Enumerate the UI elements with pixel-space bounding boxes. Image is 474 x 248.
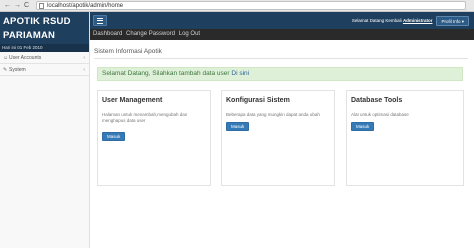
brand-title[interactable]: APOTIK RSUD PARIAMAN bbox=[0, 12, 89, 44]
card-konfigurasi-sistem: Konfigurasi Sistem Beberapa data yang mu… bbox=[221, 90, 335, 186]
sidebar-toggle-button[interactable] bbox=[93, 15, 107, 26]
card-title: Database Tools bbox=[351, 97, 403, 104]
masuk-button[interactable]: Masuk bbox=[351, 122, 375, 131]
url-text: localhost/apotik/admin/home bbox=[47, 3, 124, 9]
sidebar-item-label: User Accounts bbox=[9, 54, 42, 61]
welcome-alert: Selamat Datang, Silahkan tambah data use… bbox=[97, 67, 463, 81]
profil-info-label: Profil Info bbox=[441, 18, 461, 24]
caret-down-icon: ▾ bbox=[461, 18, 464, 24]
sidebar-item-user-accounts[interactable]: ☺ User Accounts ‹ bbox=[0, 52, 89, 64]
card-description: Halaman untuk menambah,mengubah dan meng… bbox=[102, 112, 188, 123]
profil-info-button[interactable]: Profil Info ▾ bbox=[436, 15, 469, 26]
address-bar[interactable]: localhost/apotik/admin/home bbox=[36, 1, 467, 10]
card-title: User Management bbox=[102, 97, 163, 104]
welcome-text: Selamat Datang Kembali Administrator bbox=[352, 18, 433, 23]
masuk-button[interactable]: Masuk bbox=[102, 132, 126, 141]
top-navbar: Selamat Datang Kembali Administrator Pro… bbox=[90, 12, 474, 29]
logout-link[interactable]: Log Out bbox=[179, 31, 200, 37]
chevron-left-icon: ‹ bbox=[83, 66, 85, 73]
masuk-button[interactable]: Masuk bbox=[226, 122, 250, 131]
date-label: Hari ini 01 Feb 2010 bbox=[0, 44, 89, 52]
page-title: Sistem Informasi Apotik bbox=[94, 48, 468, 59]
card-description: Alat untuk optimasi database bbox=[351, 112, 409, 117]
sub-menu-bar: Dashboard Change Password Log Out bbox=[90, 29, 474, 40]
forward-button[interactable]: → bbox=[14, 2, 21, 10]
sidebar-item-system[interactable]: ✎ System ‹ bbox=[0, 64, 89, 76]
back-button[interactable]: ← bbox=[4, 2, 11, 10]
username-link[interactable]: Administrator bbox=[403, 18, 433, 23]
card-database-tools: Database Tools Alat untuk optimasi datab… bbox=[346, 90, 464, 186]
card-user-management: User Management Halaman untuk menambah,m… bbox=[97, 90, 211, 186]
reload-button[interactable]: C bbox=[24, 2, 29, 10]
change-password-link[interactable]: Change Password bbox=[126, 31, 175, 37]
alert-link[interactable]: Di sini bbox=[231, 70, 249, 77]
alert-text: Selamat Datang, Silahkan tambah data use… bbox=[102, 70, 230, 77]
chevron-left-icon: ‹ bbox=[83, 54, 85, 61]
sidebar: APOTIK RSUD PARIAMAN Hari ini 01 Feb 201… bbox=[0, 12, 90, 248]
browser-toolbar: ← → C localhost/apotik/admin/home bbox=[0, 0, 474, 12]
main-content: Sistem Informasi Apotik Selamat Datang, … bbox=[90, 40, 474, 248]
card-title: Konfigurasi Sistem bbox=[226, 97, 290, 104]
dashboard-link[interactable]: Dashboard bbox=[93, 31, 122, 37]
page-icon bbox=[39, 3, 45, 9]
sidebar-item-label: System bbox=[9, 66, 26, 73]
welcome-prefix: Selamat Datang Kembali bbox=[351, 18, 402, 23]
card-description: Beberapa data yang mungkin dapat anda ub… bbox=[226, 112, 320, 117]
